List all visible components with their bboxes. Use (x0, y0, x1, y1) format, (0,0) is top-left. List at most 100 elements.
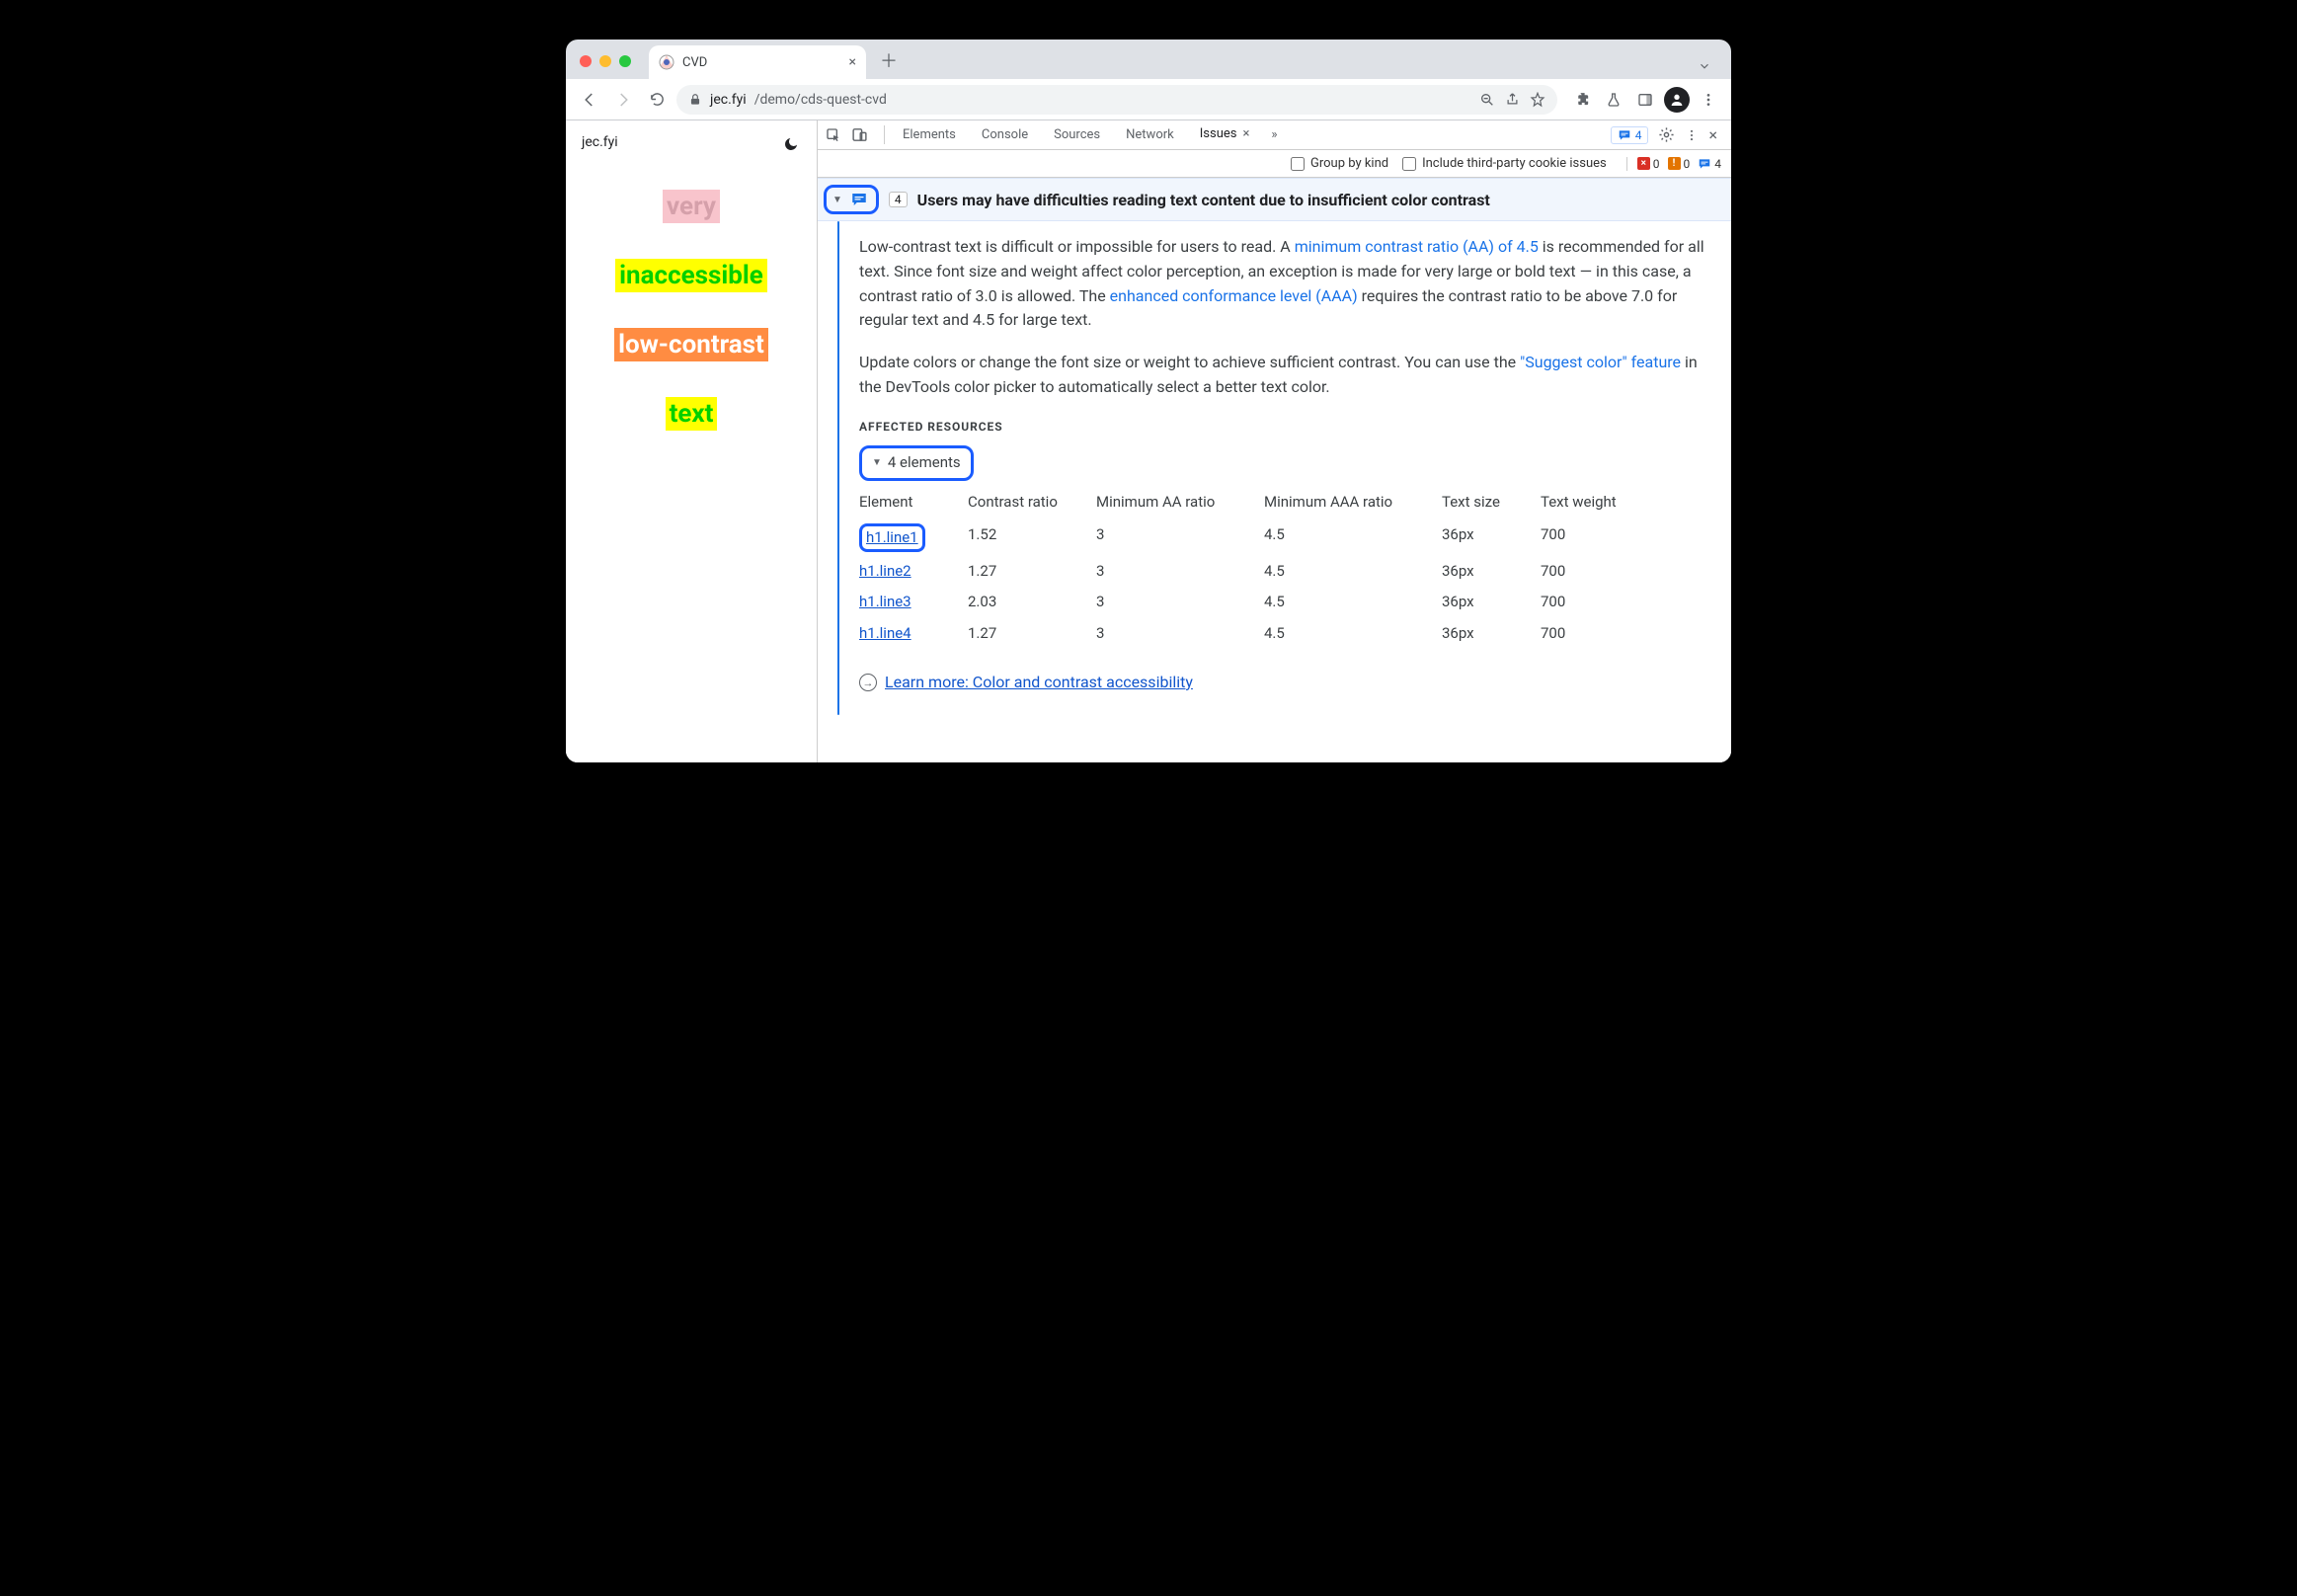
elements-toggle-highlight[interactable]: ▼ 4 elements (859, 445, 974, 480)
window-maximize-icon[interactable] (619, 55, 631, 67)
table-row: h1.line4 1.27 3 4.5 36px 700 (859, 618, 1713, 649)
include-checkbox-input[interactable] (1402, 157, 1416, 171)
affected-elements-table: Element Contrast ratio Minimum AA ratio … (859, 491, 1713, 649)
favicon-icon (659, 54, 674, 70)
learn-more-link[interactable]: Learn more: Color and contrast accessibi… (885, 671, 1193, 695)
issue-occurrence-count: 4 (889, 192, 908, 207)
browser-menu-icon[interactable] (1696, 87, 1721, 113)
issue-paragraph-2: Update colors or change the font size or… (859, 351, 1713, 400)
element-link[interactable]: h1.line1 (866, 528, 918, 546)
issue-title: Users may have difficulties reading text… (917, 191, 1490, 209)
theme-toggle-icon[interactable] (779, 132, 803, 156)
demo-lines: very inaccessible low-contrast text (582, 190, 801, 431)
zoom-icon[interactable] (1479, 92, 1495, 108)
device-toggle-icon[interactable] (851, 126, 868, 143)
external-link-icon: → (859, 674, 877, 691)
window-close-icon[interactable] (580, 55, 592, 67)
elements-count-label: 4 elements (888, 451, 961, 474)
issue-header[interactable]: ▼ 4 Users may have difficulties reading … (818, 178, 1731, 221)
element-link-highlight: h1.line1 (859, 523, 925, 552)
tab-title: CVD (682, 55, 707, 70)
share-icon[interactable] (1505, 92, 1520, 107)
tab-network[interactable]: Network (1114, 120, 1186, 149)
link-min-contrast[interactable]: minimum contrast ratio (AA) of 4.5 (1295, 237, 1539, 256)
issue-body: Low-contrast text is difficult or imposs… (818, 221, 1731, 715)
col-weight: Text weight (1541, 491, 1649, 514)
issues-toolbar: Group by kind Include third-party cookie… (818, 150, 1731, 178)
include-third-party-checkbox[interactable]: Include third-party cookie issues (1402, 156, 1607, 171)
group-checkbox-input[interactable] (1291, 157, 1305, 171)
issue-paragraph-1: Low-contrast text is difficult or imposs… (859, 235, 1713, 333)
issue-kind-icon (850, 191, 868, 208)
tab-elements[interactable]: Elements (891, 120, 968, 149)
warning-icon: ! (1668, 157, 1681, 170)
extensions-icon[interactable] (1569, 87, 1595, 113)
error-icon: × (1637, 157, 1650, 170)
profile-avatar[interactable] (1664, 87, 1690, 113)
group-by-kind-checkbox[interactable]: Group by kind (1291, 156, 1388, 171)
element-link[interactable]: h1.line4 (859, 624, 911, 642)
tab-console[interactable]: Console (970, 120, 1040, 149)
tab-close-icon[interactable]: × (849, 54, 856, 70)
content-area: jec.fyi very inaccessible low-contrast t… (566, 120, 1731, 762)
col-aa: Minimum AA ratio (1096, 491, 1264, 514)
address-bar[interactable]: jec.fyi/demo/cds-quest-cvd (676, 85, 1557, 115)
browser-toolbar: jec.fyi/demo/cds-quest-cvd (566, 79, 1731, 120)
tab-issues[interactable]: Issues × (1188, 120, 1262, 149)
col-size: Text size (1442, 491, 1541, 514)
page-brand: jec.fyi (582, 134, 801, 150)
link-suggest-color[interactable]: "Suggest color" feature (1520, 353, 1681, 371)
col-aaa: Minimum AAA ratio (1264, 491, 1442, 514)
disclosure-triangle-icon[interactable]: ▼ (872, 455, 882, 471)
tab-sources[interactable]: Sources (1042, 120, 1112, 149)
devtools-close-icon[interactable]: × (1708, 125, 1717, 144)
col-contrast: Contrast ratio (968, 491, 1096, 514)
issues-count-badge[interactable]: 4 (1611, 126, 1649, 144)
tabs-overflow-icon[interactable]: » (1263, 120, 1285, 149)
browser-window: CVD × ＋ jec.fyi/demo/cds-quest-cvd (566, 40, 1731, 762)
labs-icon[interactable] (1601, 87, 1626, 113)
page-viewport: jec.fyi very inaccessible low-contrast t… (566, 120, 818, 762)
back-button[interactable] (576, 86, 603, 114)
table-row: h1.line2 1.27 3 4.5 36px 700 (859, 556, 1713, 587)
warning-count[interactable]: !0 (1668, 157, 1691, 171)
affected-resources-heading: AFFECTED RESOURCES (859, 418, 1713, 437)
devtools-menu-icon[interactable] (1685, 128, 1699, 142)
issue-rail (818, 221, 859, 715)
info-count[interactable]: 4 (1698, 157, 1721, 171)
inspect-icon[interactable] (826, 127, 841, 143)
url-path: /demo/cds-quest-cvd (754, 92, 887, 108)
settings-icon[interactable] (1658, 126, 1675, 143)
error-count[interactable]: ×0 (1637, 157, 1660, 171)
element-link[interactable]: h1.line3 (859, 593, 911, 610)
devtools-panel: Elements Console Sources Network Issues … (818, 120, 1731, 762)
toolbar-icons (1563, 87, 1721, 113)
demo-line-1: very (663, 190, 720, 223)
url-host: jec.fyi (710, 92, 747, 108)
window-minimize-icon[interactable] (599, 55, 611, 67)
tab-overflow-icon[interactable] (1688, 59, 1721, 73)
col-element: Element (859, 491, 968, 514)
message-icon (1698, 157, 1711, 171)
disclosure-triangle-icon[interactable]: ▼ (832, 195, 842, 205)
element-link[interactable]: h1.line2 (859, 562, 911, 580)
reload-button[interactable] (643, 86, 671, 114)
browser-tab[interactable]: CVD × (649, 45, 866, 79)
bookmark-icon[interactable] (1530, 92, 1545, 108)
sidepanel-icon[interactable] (1632, 87, 1658, 113)
table-row: h1.line1 1.52 3 4.5 36px 700 (859, 519, 1713, 556)
tab-close-icon[interactable]: × (1242, 126, 1249, 141)
tab-strip: CVD × ＋ (566, 40, 1731, 79)
table-row: h1.line3 2.03 3 4.5 36px 700 (859, 587, 1713, 617)
learn-more-row: → Learn more: Color and contrast accessi… (859, 671, 1713, 695)
message-icon (1618, 128, 1631, 142)
devtools-tabs: Elements Console Sources Network Issues … (818, 120, 1731, 150)
demo-line-4: text (666, 397, 718, 431)
new-tab-button[interactable]: ＋ (872, 47, 906, 73)
link-enhanced-aaa[interactable]: enhanced conformance level (AAA) (1110, 286, 1358, 305)
forward-button[interactable] (609, 86, 637, 114)
table-header: Element Contrast ratio Minimum AA ratio … (859, 491, 1713, 514)
lock-icon (688, 93, 702, 107)
omnibox-actions (1479, 92, 1545, 108)
issue-expand-highlight: ▼ (824, 185, 879, 214)
